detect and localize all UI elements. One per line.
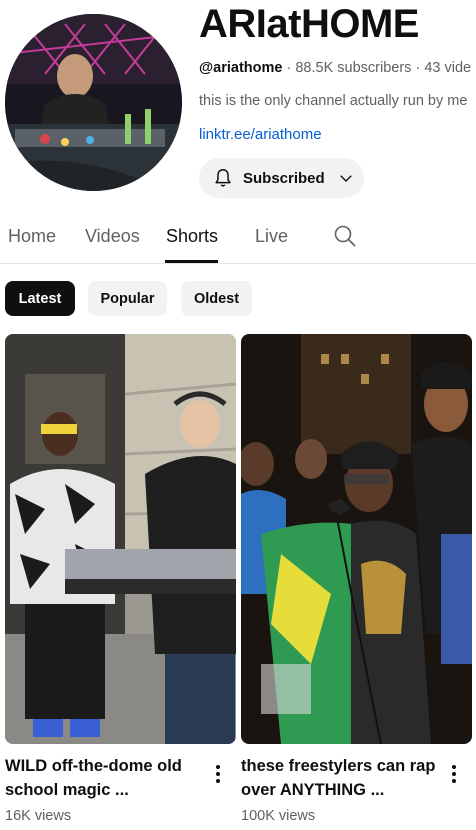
video-count: 43 vide <box>424 60 472 76</box>
subscriber-count: 88.5K subscribers <box>295 60 412 76</box>
short-views: 100K views <box>241 808 316 824</box>
more-vert-icon[interactable] <box>444 762 464 786</box>
search-icon[interactable] <box>333 224 357 248</box>
channel-description[interactable]: this is the only channel actually run by… <box>199 93 476 109</box>
chevron-down-icon <box>339 175 352 182</box>
meta-separator: · <box>286 60 292 76</box>
meta-separator: · <box>415 60 421 76</box>
tab-videos[interactable]: Videos <box>85 226 140 247</box>
filter-chip-oldest[interactable]: Oldest <box>181 281 252 316</box>
filter-chip-popular[interactable]: Popular <box>88 281 167 316</box>
tab-shorts[interactable]: Shorts <box>166 226 218 247</box>
filter-chip-latest[interactable]: Latest <box>5 281 75 316</box>
short-views: 16K views <box>5 808 72 824</box>
short-title[interactable]: WILD off-the-dome old school magic ... <box>5 754 205 802</box>
short-title[interactable]: these freestylers can rap over ANYTHING … <box>241 754 441 802</box>
tab-home[interactable]: Home <box>8 226 56 247</box>
short-thumbnail[interactable] <box>241 334 472 744</box>
channel-handle: @ariathome <box>199 60 283 76</box>
subscribed-button[interactable]: Subscribed <box>199 158 364 198</box>
channel-link[interactable]: linktr.ee/ariathome <box>199 126 322 143</box>
channel-meta: @ariathome · 88.5K subscribers · 43 vide <box>199 60 476 76</box>
subscribed-label: Subscribed <box>243 169 325 187</box>
more-vert-icon[interactable] <box>208 762 228 786</box>
active-tab-indicator <box>165 260 218 263</box>
tab-live[interactable]: Live <box>255 226 288 247</box>
short-card[interactable]: these freestylers can rap over ANYTHING … <box>241 334 472 824</box>
channel-name: ARIatHOME <box>199 2 419 46</box>
channel-tabs: Home Videos Shorts Live <box>0 210 476 264</box>
short-thumbnail[interactable] <box>5 334 236 744</box>
bell-icon <box>215 169 231 187</box>
short-card[interactable]: WILD off-the-dome old school magic ... 1… <box>5 334 236 824</box>
channel-avatar[interactable] <box>5 14 182 191</box>
